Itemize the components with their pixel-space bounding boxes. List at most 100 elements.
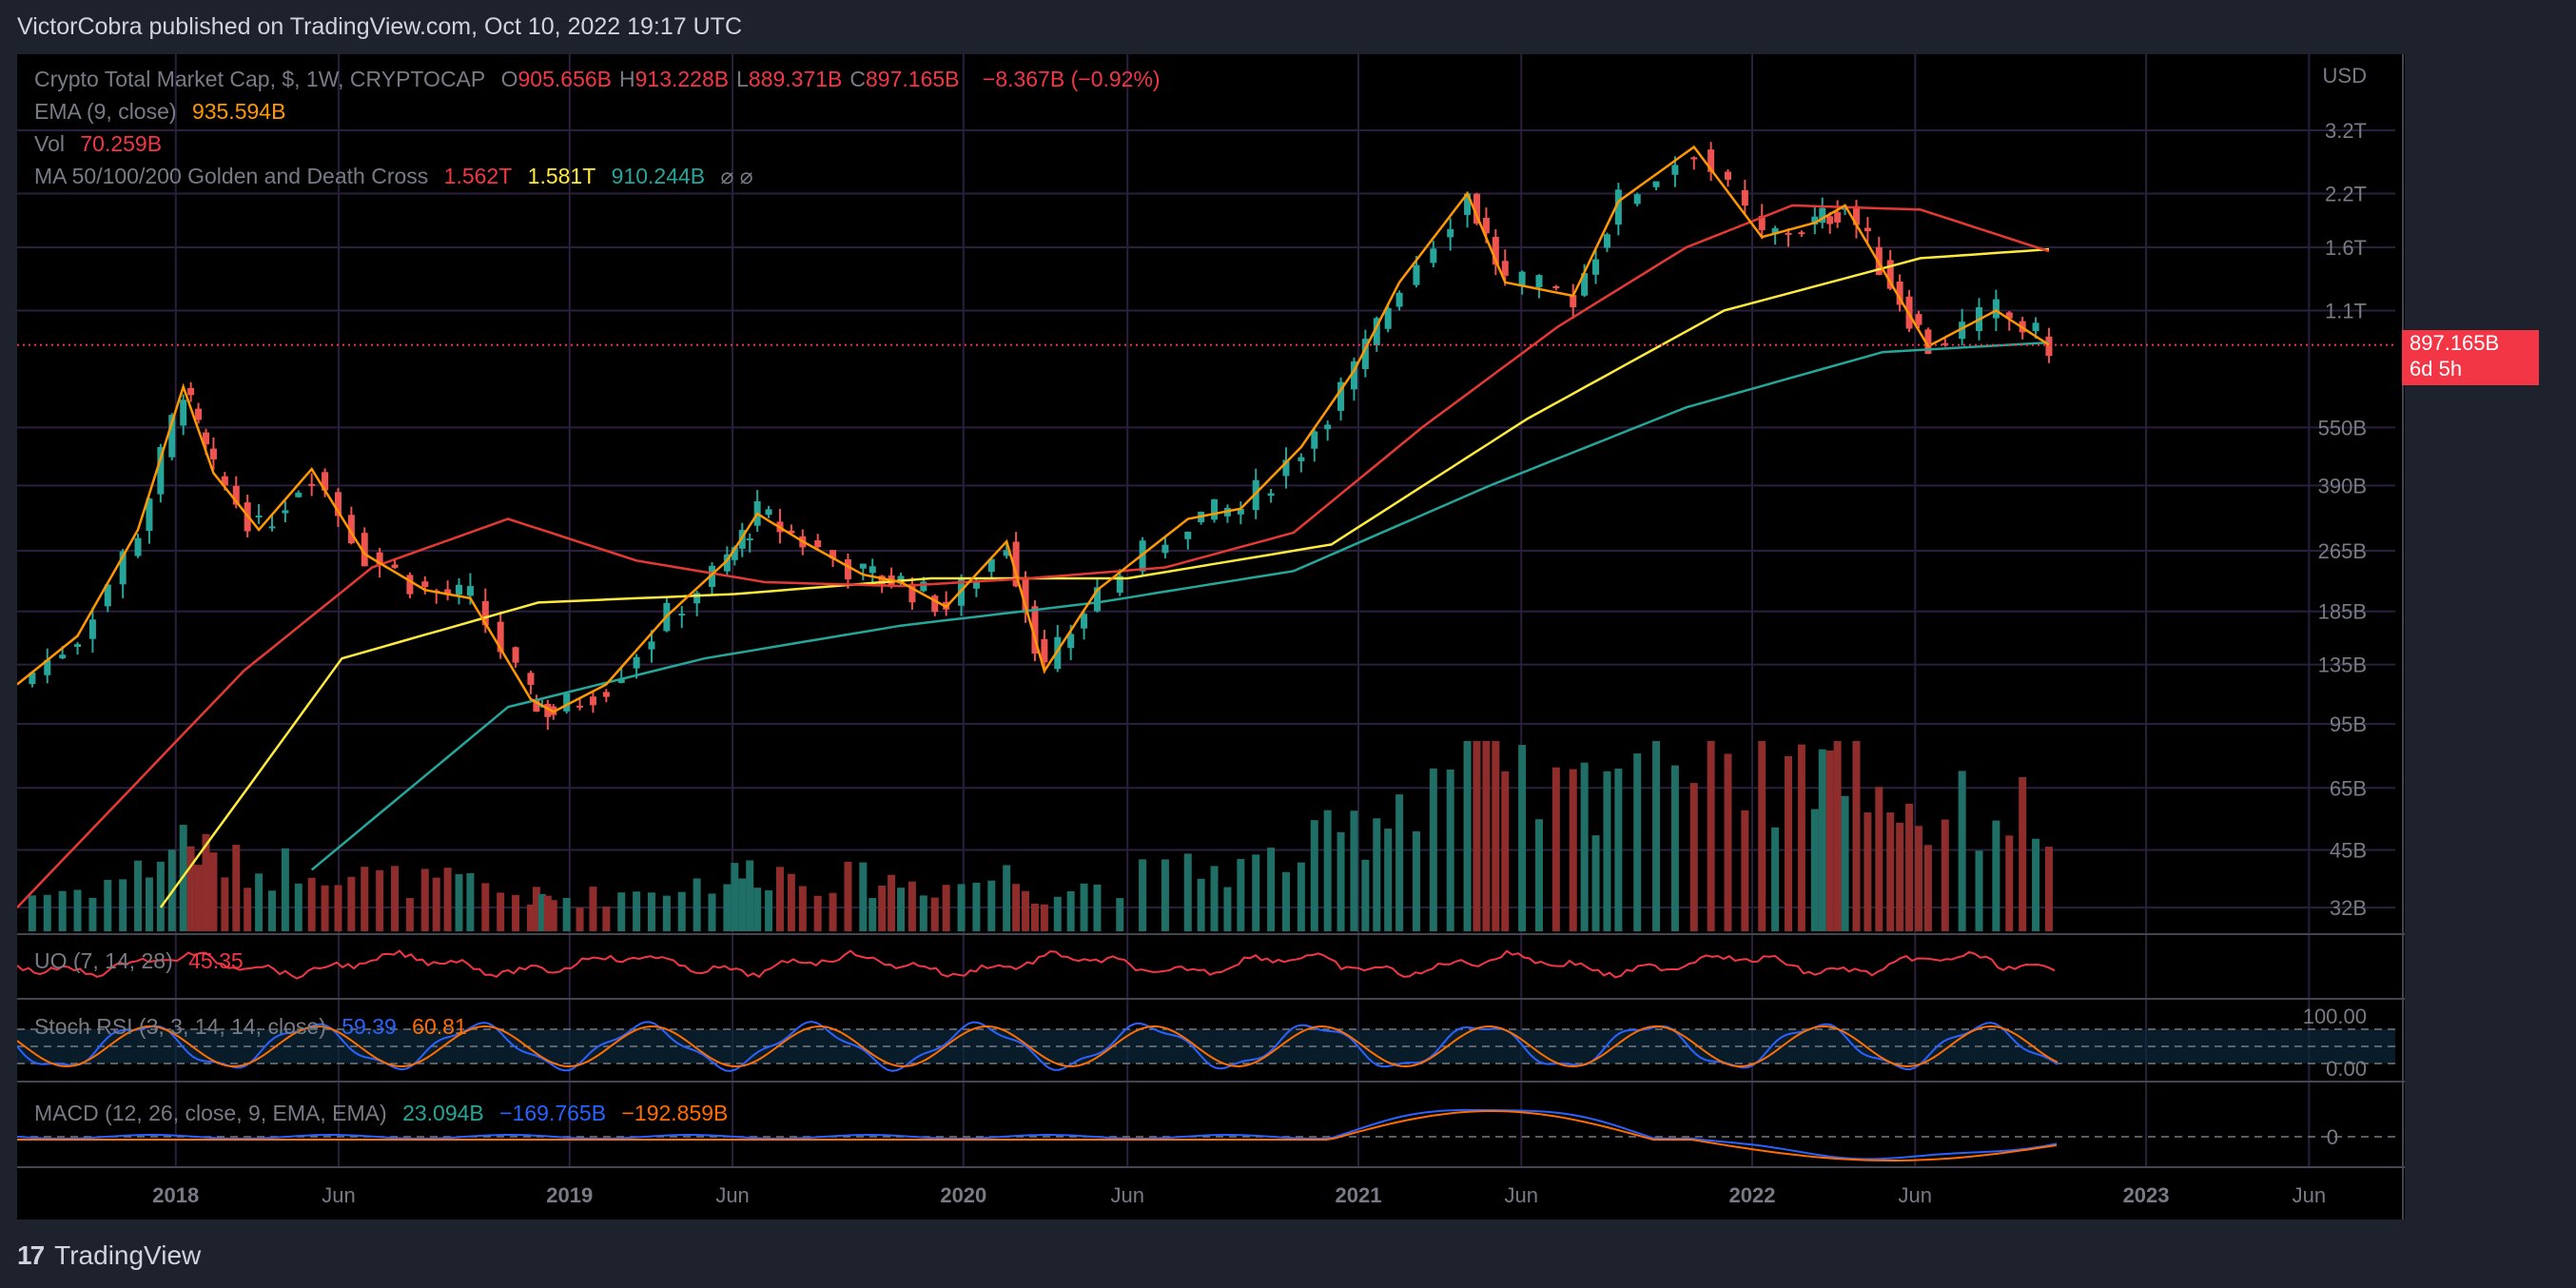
ohlc-key-3: C: [849, 67, 867, 91]
x-tick-label-5: Jun: [1110, 1183, 1143, 1207]
volume-bar: [1905, 803, 1914, 931]
x-tick-label-10: 2023: [2123, 1183, 2170, 1207]
candle-body: [1413, 264, 1420, 285]
volume-bar: [1446, 769, 1454, 931]
footer-brand[interactable]: TradingView: [54, 1240, 201, 1271]
volume-bar: [1361, 859, 1370, 931]
x-tick-label-11: Jun: [2293, 1183, 2326, 1207]
x-tick-label-7: Jun: [1505, 1183, 1538, 1207]
x-tick-label-8: 2022: [1729, 1183, 1776, 1207]
volume-bar: [1337, 831, 1345, 931]
volume-bar: [708, 893, 716, 931]
y-tick-label-9: 95B: [2330, 712, 2367, 736]
volume-bar: [549, 900, 557, 931]
volume-bar: [1975, 850, 1983, 931]
candle-body: [868, 566, 876, 574]
candle-body: [2045, 336, 2053, 357]
volume-bar: [432, 877, 440, 931]
volume-bar: [647, 892, 655, 931]
y-tick-label-3: 1.1T: [2325, 299, 2367, 322]
uo-label: UO (7, 14, 28): [34, 948, 173, 973]
y-tick-label-6: 265B: [2318, 539, 2367, 563]
volume-bar: [1707, 741, 1715, 931]
candle-body: [633, 656, 640, 669]
volume-bar: [930, 897, 939, 931]
volume-bar: [466, 872, 475, 931]
volume-bars: [28, 741, 2053, 931]
candle-body: [1785, 232, 1792, 235]
volume-bar: [28, 895, 36, 931]
volume-bar: [405, 898, 414, 931]
volume-bar: [576, 907, 584, 931]
volume-bar: [1785, 755, 1793, 931]
volume-bar: [878, 885, 887, 931]
volume-bar: [1591, 835, 1600, 931]
candle-body: [1603, 234, 1610, 248]
y-unit-label: USD: [2323, 64, 2367, 88]
volume-bar: [987, 880, 996, 931]
ohlc-value-0: 905.656B: [517, 67, 612, 91]
volume-bar: [662, 895, 671, 931]
chart-svg[interactable]: 3.2T 2.2T 1.6T 1.1T 550B 390B 265B 185B 135B 95B 6…: [17, 54, 2405, 1220]
volume-bar: [104, 879, 112, 931]
candle-body: [1826, 216, 1834, 224]
volume-bar: [443, 868, 452, 931]
candle-body: [466, 586, 474, 596]
volume-bar: [1633, 753, 1642, 931]
volume-bar: [281, 848, 289, 931]
volume-bar: [813, 895, 822, 931]
stoch-tick-high: 100.00: [2303, 1005, 2367, 1028]
volume-bar: [738, 878, 747, 931]
volume-bar: [1463, 741, 1472, 931]
ohlc-key-2: L: [736, 67, 749, 91]
candle-body: [765, 509, 772, 516]
candle-body: [859, 563, 867, 569]
volume-bar: [1741, 810, 1749, 931]
x-tick-label-2: 2019: [546, 1183, 593, 1207]
candle-body: [180, 400, 187, 426]
stoch-legend: Stoch RSI (3, 3, 14, 14, close) 59.39 60…: [34, 1014, 477, 1040]
candle-body: [195, 408, 203, 420]
volume-bar: [119, 879, 127, 931]
volume-bar: [455, 873, 463, 931]
x-tick-label-6: 2021: [1336, 1183, 1382, 1207]
ohlc-key-1: H: [619, 67, 635, 91]
volume-bar: [307, 877, 316, 931]
volume-bar: [497, 892, 505, 931]
candle-body: [1915, 314, 1922, 325]
stoch-d-value: 60.81: [412, 1014, 467, 1039]
volume-bar: [2019, 777, 2027, 931]
volume-bar: [1958, 771, 1966, 931]
symbol-label: Crypto Total Market Cap, $, 1W, CRYPTOCA…: [34, 67, 486, 91]
publisher-caption: VictorCobra published on TradingView.com…: [17, 13, 743, 40]
ma-legend: MA 50/100/200 Golden and Death Cross 1.5…: [34, 164, 763, 189]
candle-body: [648, 641, 655, 650]
volume-bar: [1689, 783, 1698, 931]
volume-bar: [1093, 884, 1102, 931]
volume-bar: [562, 897, 571, 931]
candle-body: [59, 654, 67, 659]
uo-line: [17, 949, 2056, 980]
volume-bar: [1297, 862, 1305, 931]
volume-bar: [1670, 765, 1679, 931]
volume-bar: [1896, 822, 1904, 931]
volume-bar: [334, 885, 342, 931]
bar-countdown: 6d 5h: [2410, 357, 2463, 381]
volume-bar: [1395, 794, 1404, 931]
candle-body: [1501, 261, 1509, 276]
volume-bar: [1797, 744, 1805, 931]
candle-body: [209, 448, 217, 459]
volume-bar: [186, 846, 195, 931]
volume-bar: [1116, 898, 1124, 931]
volume-bar: [1914, 826, 1922, 931]
ohlc-value-1: 913.228B: [634, 67, 730, 91]
volume-bar: [255, 873, 263, 931]
vol-label: Vol: [34, 131, 65, 156]
volume-bar: [1652, 741, 1661, 931]
volume-bar: [232, 845, 241, 931]
visibility-icons[interactable]: ⌀ ⌀: [721, 164, 753, 188]
volume-bar: [481, 883, 490, 931]
volume-bar: [617, 892, 626, 931]
candle-body: [406, 575, 414, 595]
volume-bar: [1810, 809, 1819, 931]
